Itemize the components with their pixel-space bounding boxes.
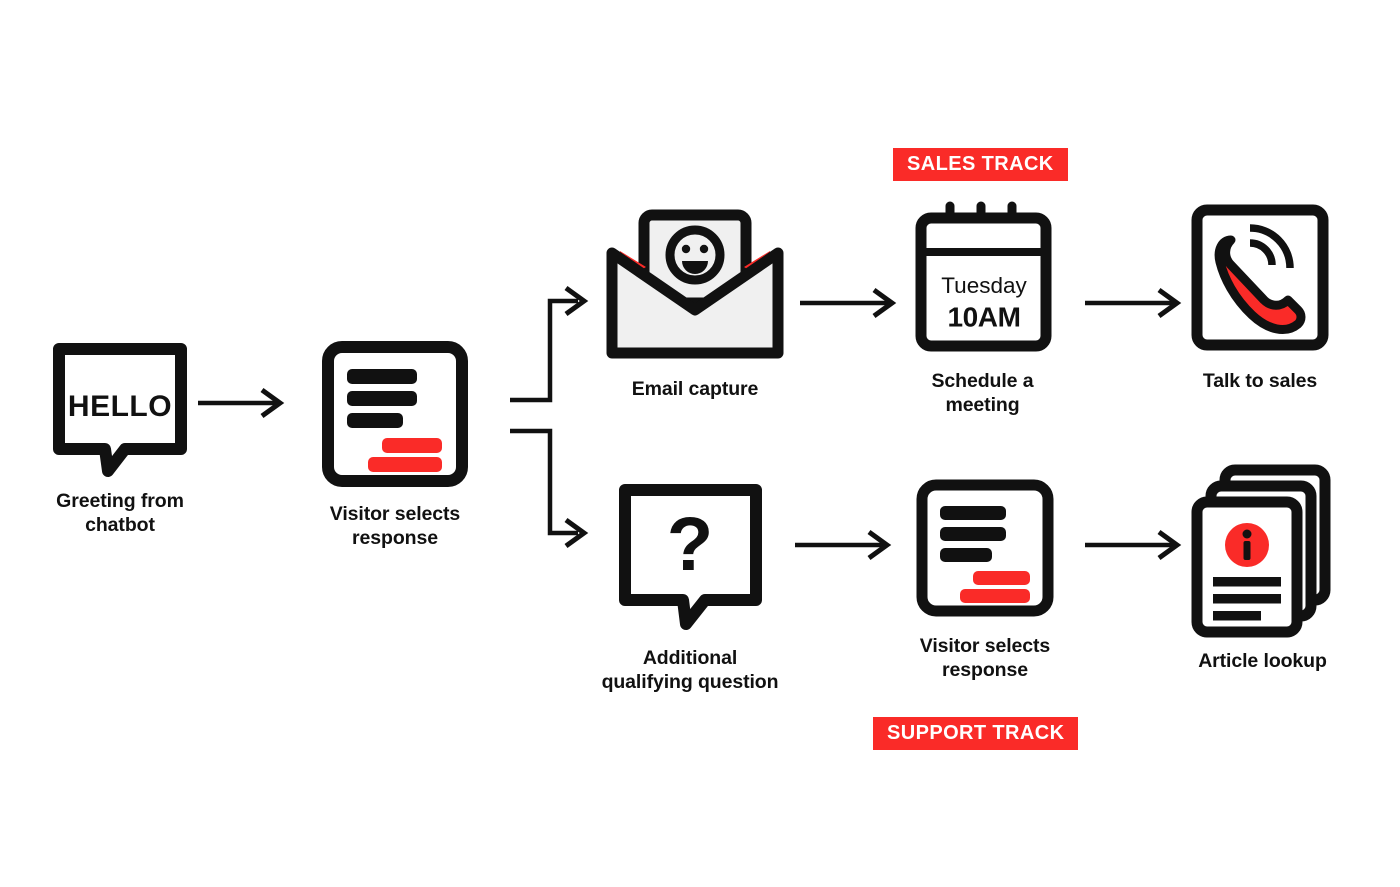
node-label-schedule-a-meeting: Schedule a meeting	[931, 370, 1034, 417]
node-label-additional-qualifying-question: Additional qualifying question	[601, 647, 779, 694]
question-speech-bubble-icon: ?	[613, 480, 768, 632]
node-label-email-capture: Email capture	[631, 378, 759, 400]
node-schedule-a-meeting: Tuesday 10AM Schedule a meeting	[895, 200, 1070, 417]
node-email-capture: Email capture	[595, 205, 795, 401]
node-talk-to-sales: Talk to sales	[1180, 200, 1340, 393]
diagram-canvas: SALES TRACK SUPPORT TRACK HELLO Greeting…	[0, 0, 1400, 887]
connector-email-to-schedule	[800, 287, 900, 319]
calendar-icon: Tuesday 10AM	[903, 200, 1063, 355]
connector-visitor-bottom-to-article	[1085, 529, 1185, 561]
chat-response-card-icon	[320, 340, 470, 488]
badge-sales-track: SALES TRACK	[893, 148, 1068, 181]
phone-ringing-icon	[1186, 200, 1334, 355]
connector-question-to-visitor-bottom	[795, 529, 895, 561]
node-label-article-lookup: Article lookup	[1198, 650, 1327, 672]
node-article-lookup: Article lookup	[1180, 460, 1345, 673]
node-label-greeting-from-chatbot: Greeting from chatbot	[56, 490, 184, 537]
open-envelope-smiley-icon	[600, 205, 790, 363]
node-greeting-from-chatbot: HELLO Greeting from chatbot	[30, 340, 210, 537]
stacked-documents-info-icon	[1185, 460, 1340, 638]
node-label-visitor-selects-response-top: Visitor selects response	[329, 503, 461, 550]
speech-bubble-hello-icon: HELLO	[50, 340, 190, 477]
calendar-day-text: Tuesday	[941, 273, 1027, 298]
connector-greeting-to-visitor	[198, 387, 288, 419]
connector-schedule-to-talk-to-sales	[1085, 287, 1185, 319]
node-visitor-selects-response-top: Visitor selects response	[300, 340, 490, 550]
chat-response-card-icon	[914, 478, 1056, 620]
node-label-visitor-selects-response-bottom: Visitor selects response	[919, 635, 1051, 682]
question-mark-glyph: ?	[666, 502, 712, 587]
node-label-talk-to-sales: Talk to sales	[1202, 370, 1318, 392]
calendar-time-text: 10AM	[947, 301, 1020, 332]
node-visitor-selects-response-bottom: Visitor selects response	[895, 478, 1075, 682]
connector-visitor-to-email-capture	[508, 285, 608, 413]
hello-text: HELLO	[68, 390, 172, 423]
node-additional-qualifying-question: ? Additional qualifying question	[585, 480, 795, 694]
badge-support-track: SUPPORT TRACK	[873, 717, 1079, 750]
